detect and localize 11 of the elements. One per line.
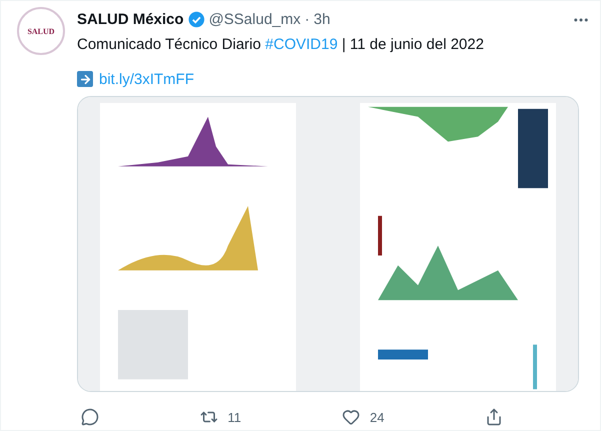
tweet-text: Comunicado Técnico Diario #COVID19 | 11 de junio del 2022	[77, 34, 485, 55]
separator-dot: ·	[304, 11, 310, 28]
share-icon	[484, 408, 503, 426]
like-button[interactable]: 24	[338, 404, 388, 430]
author-name[interactable]: SALUD México	[77, 11, 184, 28]
reply-icon	[81, 408, 99, 426]
timestamp[interactable]: 3h	[314, 11, 330, 28]
avatar[interactable]: SALUD	[17, 7, 65, 55]
heart-icon	[342, 408, 360, 426]
retweet-button[interactable]: 11	[196, 404, 246, 430]
user-handle[interactable]: @SSalud_mx	[208, 11, 301, 28]
